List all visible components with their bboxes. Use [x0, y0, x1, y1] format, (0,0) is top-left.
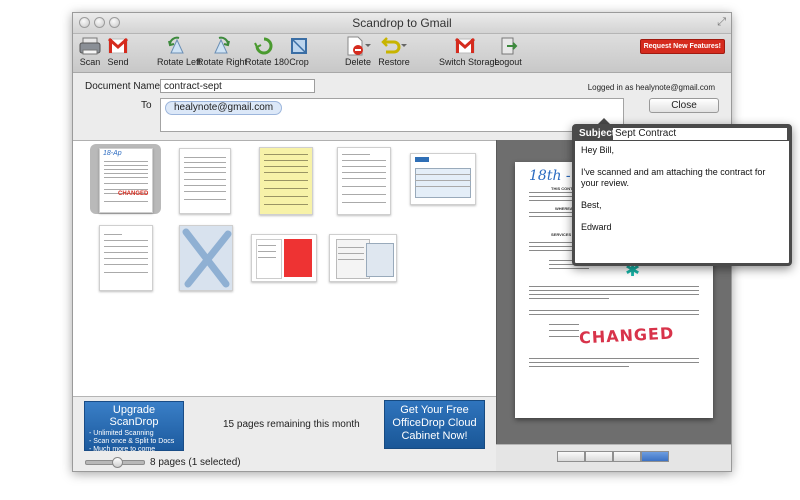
- document-name-label: Document Name: [85, 81, 161, 92]
- subject-input[interactable]: Sept Contract: [613, 128, 787, 140]
- close-button[interactable]: Close: [649, 98, 719, 113]
- restore-button[interactable]: Restore: [377, 36, 411, 67]
- gmail-icon: [455, 37, 475, 54]
- crop-icon: [291, 38, 307, 54]
- changed-mark: CHANGED: [118, 191, 149, 197]
- rotate-left-button[interactable]: Rotate Left: [157, 36, 201, 67]
- zoom-in-icon[interactable]: [585, 451, 613, 462]
- rotate-right-button[interactable]: Rotate Right: [197, 36, 247, 67]
- pages-remaining-text: 15 pages remaining this month: [223, 419, 360, 430]
- thumbnail-page-3[interactable]: [259, 147, 313, 215]
- delete-button[interactable]: Delete: [341, 36, 375, 67]
- thumbnail-page-5[interactable]: [410, 153, 476, 205]
- thumbnail-page-8[interactable]: [251, 234, 317, 282]
- gmail-icon: [108, 37, 128, 54]
- bottom-bar: Upgrade ScanDrop - Unlimited Scanning - …: [73, 396, 496, 471]
- rotate-180-button[interactable]: Rotate 180: [245, 36, 289, 67]
- handwriting-mark: 18-Ap: [103, 150, 122, 157]
- thumbnail-page-9[interactable]: [329, 234, 397, 282]
- window-title: Scandrop to Gmail: [352, 16, 452, 30]
- message-body[interactable]: Hey Bill, I've scanned and am attaching …: [581, 145, 783, 244]
- thumbnail-page-4[interactable]: [337, 147, 391, 215]
- request-features-button[interactable]: Request New Features!: [639, 39, 725, 54]
- officedrop-cloud-button[interactable]: Get Your Free OfficeDrop Cloud Cabinet N…: [384, 400, 485, 449]
- switch-storage-button[interactable]: Switch Storage: [439, 36, 500, 67]
- changed-handwriting: CHANGED: [578, 323, 675, 348]
- crop-button[interactable]: Crop: [285, 36, 313, 67]
- title-bar: Scandrop to Gmail ⤢: [73, 13, 731, 34]
- upgrade-scandrop-button[interactable]: Upgrade ScanDrop - Unlimited Scanning - …: [84, 401, 184, 453]
- thumbnail-page-7[interactable]: [179, 225, 233, 291]
- rotate-left-icon: [168, 36, 184, 54]
- recipient-token[interactable]: healynote@gmail.com: [165, 101, 283, 115]
- to-field[interactable]: healynote@gmail.com: [160, 98, 624, 132]
- slider-knob[interactable]: [112, 457, 123, 468]
- zoom-out-icon[interactable]: [557, 451, 585, 462]
- thumbnail-size-slider[interactable]: [85, 457, 145, 468]
- page-count-status: 8 pages (1 selected): [150, 457, 241, 468]
- thumbnail-page-1[interactable]: 18-Ap CHANGED: [99, 148, 153, 213]
- fullscreen-icon[interactable]: ⤢: [717, 16, 726, 29]
- send-button[interactable]: Send: [105, 36, 131, 67]
- toolbar: Scan Send Rotate Left Rotate Right Rotat…: [73, 34, 731, 73]
- delete-icon: [347, 36, 371, 56]
- deleted-page-x-icon: [182, 228, 232, 288]
- scanner-icon: [79, 37, 101, 55]
- rotate-right-icon: [214, 36, 230, 54]
- to-label: To: [141, 100, 152, 111]
- thumbnail-page-2[interactable]: [179, 148, 231, 214]
- email-compose-popover: Subject: Sept Contract Hey Bill, I've sc…: [572, 124, 792, 266]
- document-name-input[interactable]: contract-sept: [160, 79, 315, 93]
- thumbnail-page-6[interactable]: [99, 225, 153, 291]
- preview-toolbar: [496, 444, 731, 471]
- logged-in-status: Logged in as healynote@gmail.com: [587, 83, 715, 92]
- subject-bar: Subject: Sept Contract: [575, 127, 789, 141]
- fit-page-icon[interactable]: [641, 451, 669, 462]
- page-thumbnails: 18-Ap CHANGED: [73, 140, 496, 397]
- logout-button[interactable]: Logout: [493, 36, 523, 67]
- rotate-180-icon: [254, 37, 273, 55]
- fit-width-icon[interactable]: [613, 451, 641, 462]
- scan-button[interactable]: Scan: [77, 36, 103, 67]
- logout-icon: [501, 37, 518, 55]
- restore-icon: [381, 37, 407, 54]
